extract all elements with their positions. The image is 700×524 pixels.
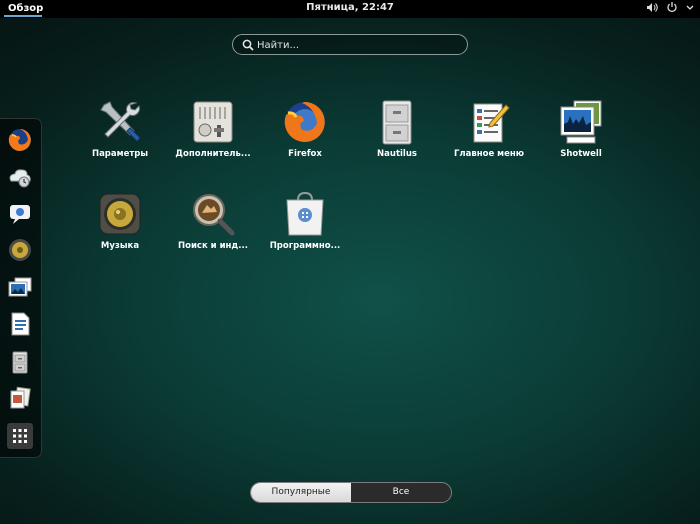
app-settings[interactable]: Параметры bbox=[73, 99, 167, 159]
system-tray[interactable] bbox=[646, 1, 694, 16]
nautilus-icon bbox=[12, 351, 28, 374]
show-apps-icon bbox=[7, 423, 33, 449]
clock[interactable]: Пятница, 22:47 bbox=[0, 2, 700, 13]
app-label: Nautilus bbox=[377, 149, 417, 159]
app-label: Firefox bbox=[288, 149, 322, 159]
firefox-icon bbox=[284, 102, 325, 142]
show-apps-button[interactable] bbox=[7, 423, 33, 449]
activities-underline bbox=[4, 15, 42, 17]
app-nautilus[interactable]: Nautilus bbox=[350, 99, 444, 159]
firefox-icon bbox=[8, 129, 31, 151]
shotwell-icon bbox=[8, 277, 32, 297]
file-cabinet-icon bbox=[382, 100, 412, 145]
app-firefox[interactable]: Firefox bbox=[258, 99, 352, 159]
tweak-tool-icon bbox=[193, 101, 233, 143]
app-label: Дополнитель... bbox=[175, 149, 251, 159]
app-label: Музыка bbox=[100, 241, 140, 251]
shopping-bag-icon bbox=[286, 191, 324, 236]
shotwell-icon bbox=[560, 100, 602, 144]
dash-item-firefox[interactable] bbox=[7, 127, 33, 153]
dash-item-writer[interactable] bbox=[7, 311, 33, 337]
dash bbox=[0, 118, 42, 458]
app-label: Программно... bbox=[269, 241, 341, 251]
chevron-down-icon[interactable] bbox=[686, 3, 694, 14]
all-apps-toggle[interactable]: Все bbox=[351, 483, 451, 502]
volume-icon[interactable] bbox=[646, 2, 658, 16]
power-icon[interactable] bbox=[666, 1, 678, 16]
view-switch: Популярные Все bbox=[250, 482, 452, 503]
top-bar: Обзор Пятница, 22:47 bbox=[0, 0, 700, 18]
app-menu-editor[interactable]: Главное меню bbox=[442, 99, 536, 159]
documents-icon bbox=[10, 386, 31, 409]
search-box[interactable] bbox=[232, 34, 468, 55]
app-tweak-tool[interactable]: Дополнитель... bbox=[166, 99, 260, 159]
dash-item-documents[interactable] bbox=[7, 385, 33, 411]
app-label: Главное меню bbox=[453, 149, 525, 159]
app-shotwell[interactable]: Shotwell bbox=[534, 99, 628, 159]
app-label: Поиск и инд... bbox=[178, 241, 248, 251]
dash-item-nautilus[interactable] bbox=[7, 349, 33, 375]
frequent-apps-toggle[interactable]: Популярные bbox=[251, 483, 351, 502]
dash-item-backup[interactable] bbox=[7, 163, 33, 189]
app-label: Shotwell bbox=[560, 149, 602, 159]
dash-item-shotwell[interactable] bbox=[7, 275, 33, 301]
settings-icon bbox=[100, 101, 141, 142]
menu-editor-icon bbox=[473, 103, 510, 143]
search-input[interactable] bbox=[257, 38, 457, 52]
writer-icon bbox=[11, 312, 30, 336]
search-icon bbox=[242, 39, 254, 51]
rhythmbox-icon bbox=[9, 239, 31, 261]
backup-icon bbox=[9, 169, 31, 188]
dash-item-rhythmbox[interactable] bbox=[7, 237, 33, 263]
empathy-icon bbox=[10, 205, 30, 224]
app-tracker[interactable]: Поиск и инд... bbox=[166, 191, 260, 251]
dash-item-empathy[interactable] bbox=[7, 201, 33, 227]
app-music[interactable]: Музыка bbox=[73, 191, 167, 251]
speaker-icon bbox=[99, 193, 141, 235]
app-label: Параметры bbox=[91, 149, 149, 159]
app-software[interactable]: Программно... bbox=[258, 191, 352, 251]
magnifier-icon bbox=[193, 194, 235, 236]
